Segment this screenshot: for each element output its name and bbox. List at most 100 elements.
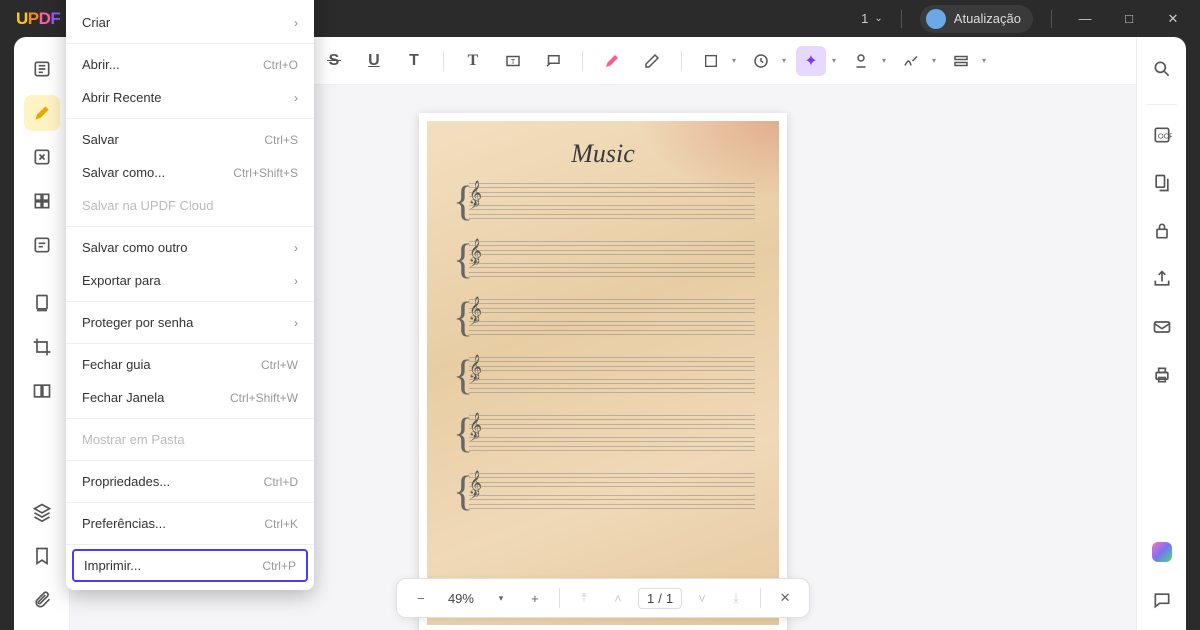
share-icon[interactable] <box>1144 261 1180 297</box>
menu-save-cloud: Salvar na UPDF Cloud <box>66 189 314 222</box>
chevron-right-icon: › <box>294 274 298 288</box>
ocr-icon[interactable]: OCR <box>1144 117 1180 153</box>
ai-assistant-icon[interactable] <box>1144 534 1180 570</box>
zoom-out-button[interactable]: − <box>407 584 435 612</box>
divider <box>1051 10 1052 28</box>
underline-tool-icon[interactable]: U <box>359 46 389 76</box>
separator <box>66 544 314 545</box>
staff-system: {𝄞𝄢 <box>451 357 755 397</box>
separator <box>760 588 761 608</box>
callout-tool-icon[interactable] <box>538 46 568 76</box>
document-title: Music <box>451 139 755 169</box>
bookmark-icon[interactable] <box>24 538 60 574</box>
strikethrough-tool-icon[interactable]: S <box>319 46 349 76</box>
eraser-tool-icon[interactable] <box>637 46 667 76</box>
menu-open-recent[interactable]: Abrir Recente› <box>66 81 314 114</box>
page-current: 1 <box>647 591 654 606</box>
stamp-tool-icon[interactable] <box>846 46 876 76</box>
shape-tool-icon[interactable] <box>696 46 726 76</box>
separator <box>66 118 314 119</box>
signature-tool-icon[interactable] <box>896 46 926 76</box>
minimize-button[interactable]: — <box>1070 11 1100 26</box>
last-page-button[interactable]: ⤓ <box>722 584 750 612</box>
separator <box>66 418 314 419</box>
file-menu: Nova janelaCtrl+N Criar› Abrir...Ctrl+O … <box>66 0 314 590</box>
convert-icon[interactable] <box>1144 165 1180 201</box>
chevron-down-icon: ⌄ <box>874 13 882 24</box>
page-indicator-value: 1 <box>861 11 868 26</box>
separator <box>66 502 314 503</box>
separator <box>66 343 314 344</box>
menu-protect[interactable]: Proteger por senha› <box>66 306 314 339</box>
separator <box>66 43 314 44</box>
update-label: Atualização <box>954 11 1021 26</box>
staff-system: {𝄞𝄢 <box>451 415 755 455</box>
close-controls-button[interactable]: ✕ <box>771 584 799 612</box>
menu-export[interactable]: Exportar para› <box>66 264 314 297</box>
chevron-down-icon[interactable]: ▾ <box>732 56 736 65</box>
zoom-value[interactable]: 49% <box>441 591 481 606</box>
account-button[interactable]: Atualização <box>920 5 1033 33</box>
svg-text:OCR: OCR <box>1157 131 1171 140</box>
menu-close-window[interactable]: Fechar JanelaCtrl+Shift+W <box>66 381 314 414</box>
edit-mode-icon[interactable] <box>24 139 60 175</box>
music-sheet: Music {𝄞𝄢 {𝄞𝄢 {𝄞𝄢 {𝄞𝄢 {𝄞𝄢 {𝄞𝄢 <box>427 121 779 625</box>
manage-tool-icon[interactable] <box>946 46 976 76</box>
chevron-down-icon[interactable]: ▾ <box>882 56 886 65</box>
menu-print[interactable]: Imprimir...Ctrl+P <box>72 549 308 582</box>
divider <box>901 10 902 28</box>
staff-system: {𝄞𝄢 <box>451 299 755 339</box>
text-tool-icon[interactable]: T <box>458 46 488 76</box>
textbox-tool-icon[interactable]: T <box>498 46 528 76</box>
separator <box>681 51 682 71</box>
chevron-right-icon: › <box>294 241 298 255</box>
reader-mode-icon[interactable] <box>24 51 60 87</box>
separator <box>66 301 314 302</box>
app-logo: UPDF <box>0 9 72 29</box>
organize-mode-icon[interactable] <box>24 183 60 219</box>
page-input[interactable]: 1 / 1 <box>638 588 682 609</box>
next-page-button[interactable]: ˅ <box>688 584 716 612</box>
compare-tool-icon[interactable] <box>24 373 60 409</box>
crop-tool-icon[interactable] <box>24 329 60 365</box>
chevron-down-icon[interactable]: ▾ <box>832 56 836 65</box>
separator <box>66 460 314 461</box>
prev-page-button[interactable]: ˄ <box>604 584 632 612</box>
zoom-in-button[interactable]: + <box>521 584 549 612</box>
pencil-tool-icon[interactable] <box>597 46 627 76</box>
chevron-right-icon: › <box>294 91 298 105</box>
form-mode-icon[interactable] <box>24 227 60 263</box>
protect-icon[interactable] <box>1144 213 1180 249</box>
menu-save[interactable]: SalvarCtrl+S <box>66 123 314 156</box>
menu-save-as[interactable]: Salvar como...Ctrl+Shift+S <box>66 156 314 189</box>
page-selector[interactable]: 1 ⌄ <box>861 11 883 26</box>
chevron-down-icon[interactable]: ▾ <box>782 56 786 65</box>
menu-create[interactable]: Criar› <box>66 6 314 39</box>
layers-icon[interactable] <box>24 494 60 530</box>
separator <box>582 51 583 71</box>
sticker-tool-icon[interactable] <box>746 46 776 76</box>
print-icon[interactable] <box>1144 357 1180 393</box>
menu-close-tab[interactable]: Fechar guiaCtrl+W <box>66 348 314 381</box>
maximize-button[interactable]: □ <box>1114 11 1144 26</box>
staff-system: {𝄞𝄢 <box>451 241 755 281</box>
chevron-down-icon[interactable]: ▾ <box>982 56 986 65</box>
comment-mode-icon[interactable] <box>24 95 60 131</box>
menu-preferences[interactable]: Preferências...Ctrl+K <box>66 507 314 540</box>
ai-tool-icon[interactable]: ✦ <box>796 46 826 76</box>
zoom-dropdown-icon[interactable]: ▾ <box>487 584 515 612</box>
chevron-down-icon[interactable]: ▾ <box>932 56 936 65</box>
chat-icon[interactable] <box>1144 582 1180 618</box>
email-icon[interactable] <box>1144 309 1180 345</box>
menu-save-other[interactable]: Salvar como outro› <box>66 231 314 264</box>
search-icon[interactable] <box>1144 51 1180 87</box>
pdf-page[interactable]: Music {𝄞𝄢 {𝄞𝄢 {𝄞𝄢 {𝄞𝄢 {𝄞𝄢 {𝄞𝄢 <box>419 113 787 630</box>
first-page-button[interactable]: ⤒ <box>570 584 598 612</box>
menu-open[interactable]: Abrir...Ctrl+O <box>66 48 314 81</box>
page-total: 1 <box>666 591 673 606</box>
close-window-button[interactable]: ✕ <box>1158 11 1188 27</box>
menu-properties[interactable]: Propriedades...Ctrl+D <box>66 465 314 498</box>
attachment-icon[interactable] <box>24 582 60 618</box>
page-tool-icon[interactable] <box>24 285 60 321</box>
squiggly-tool-icon[interactable]: T <box>399 46 429 76</box>
